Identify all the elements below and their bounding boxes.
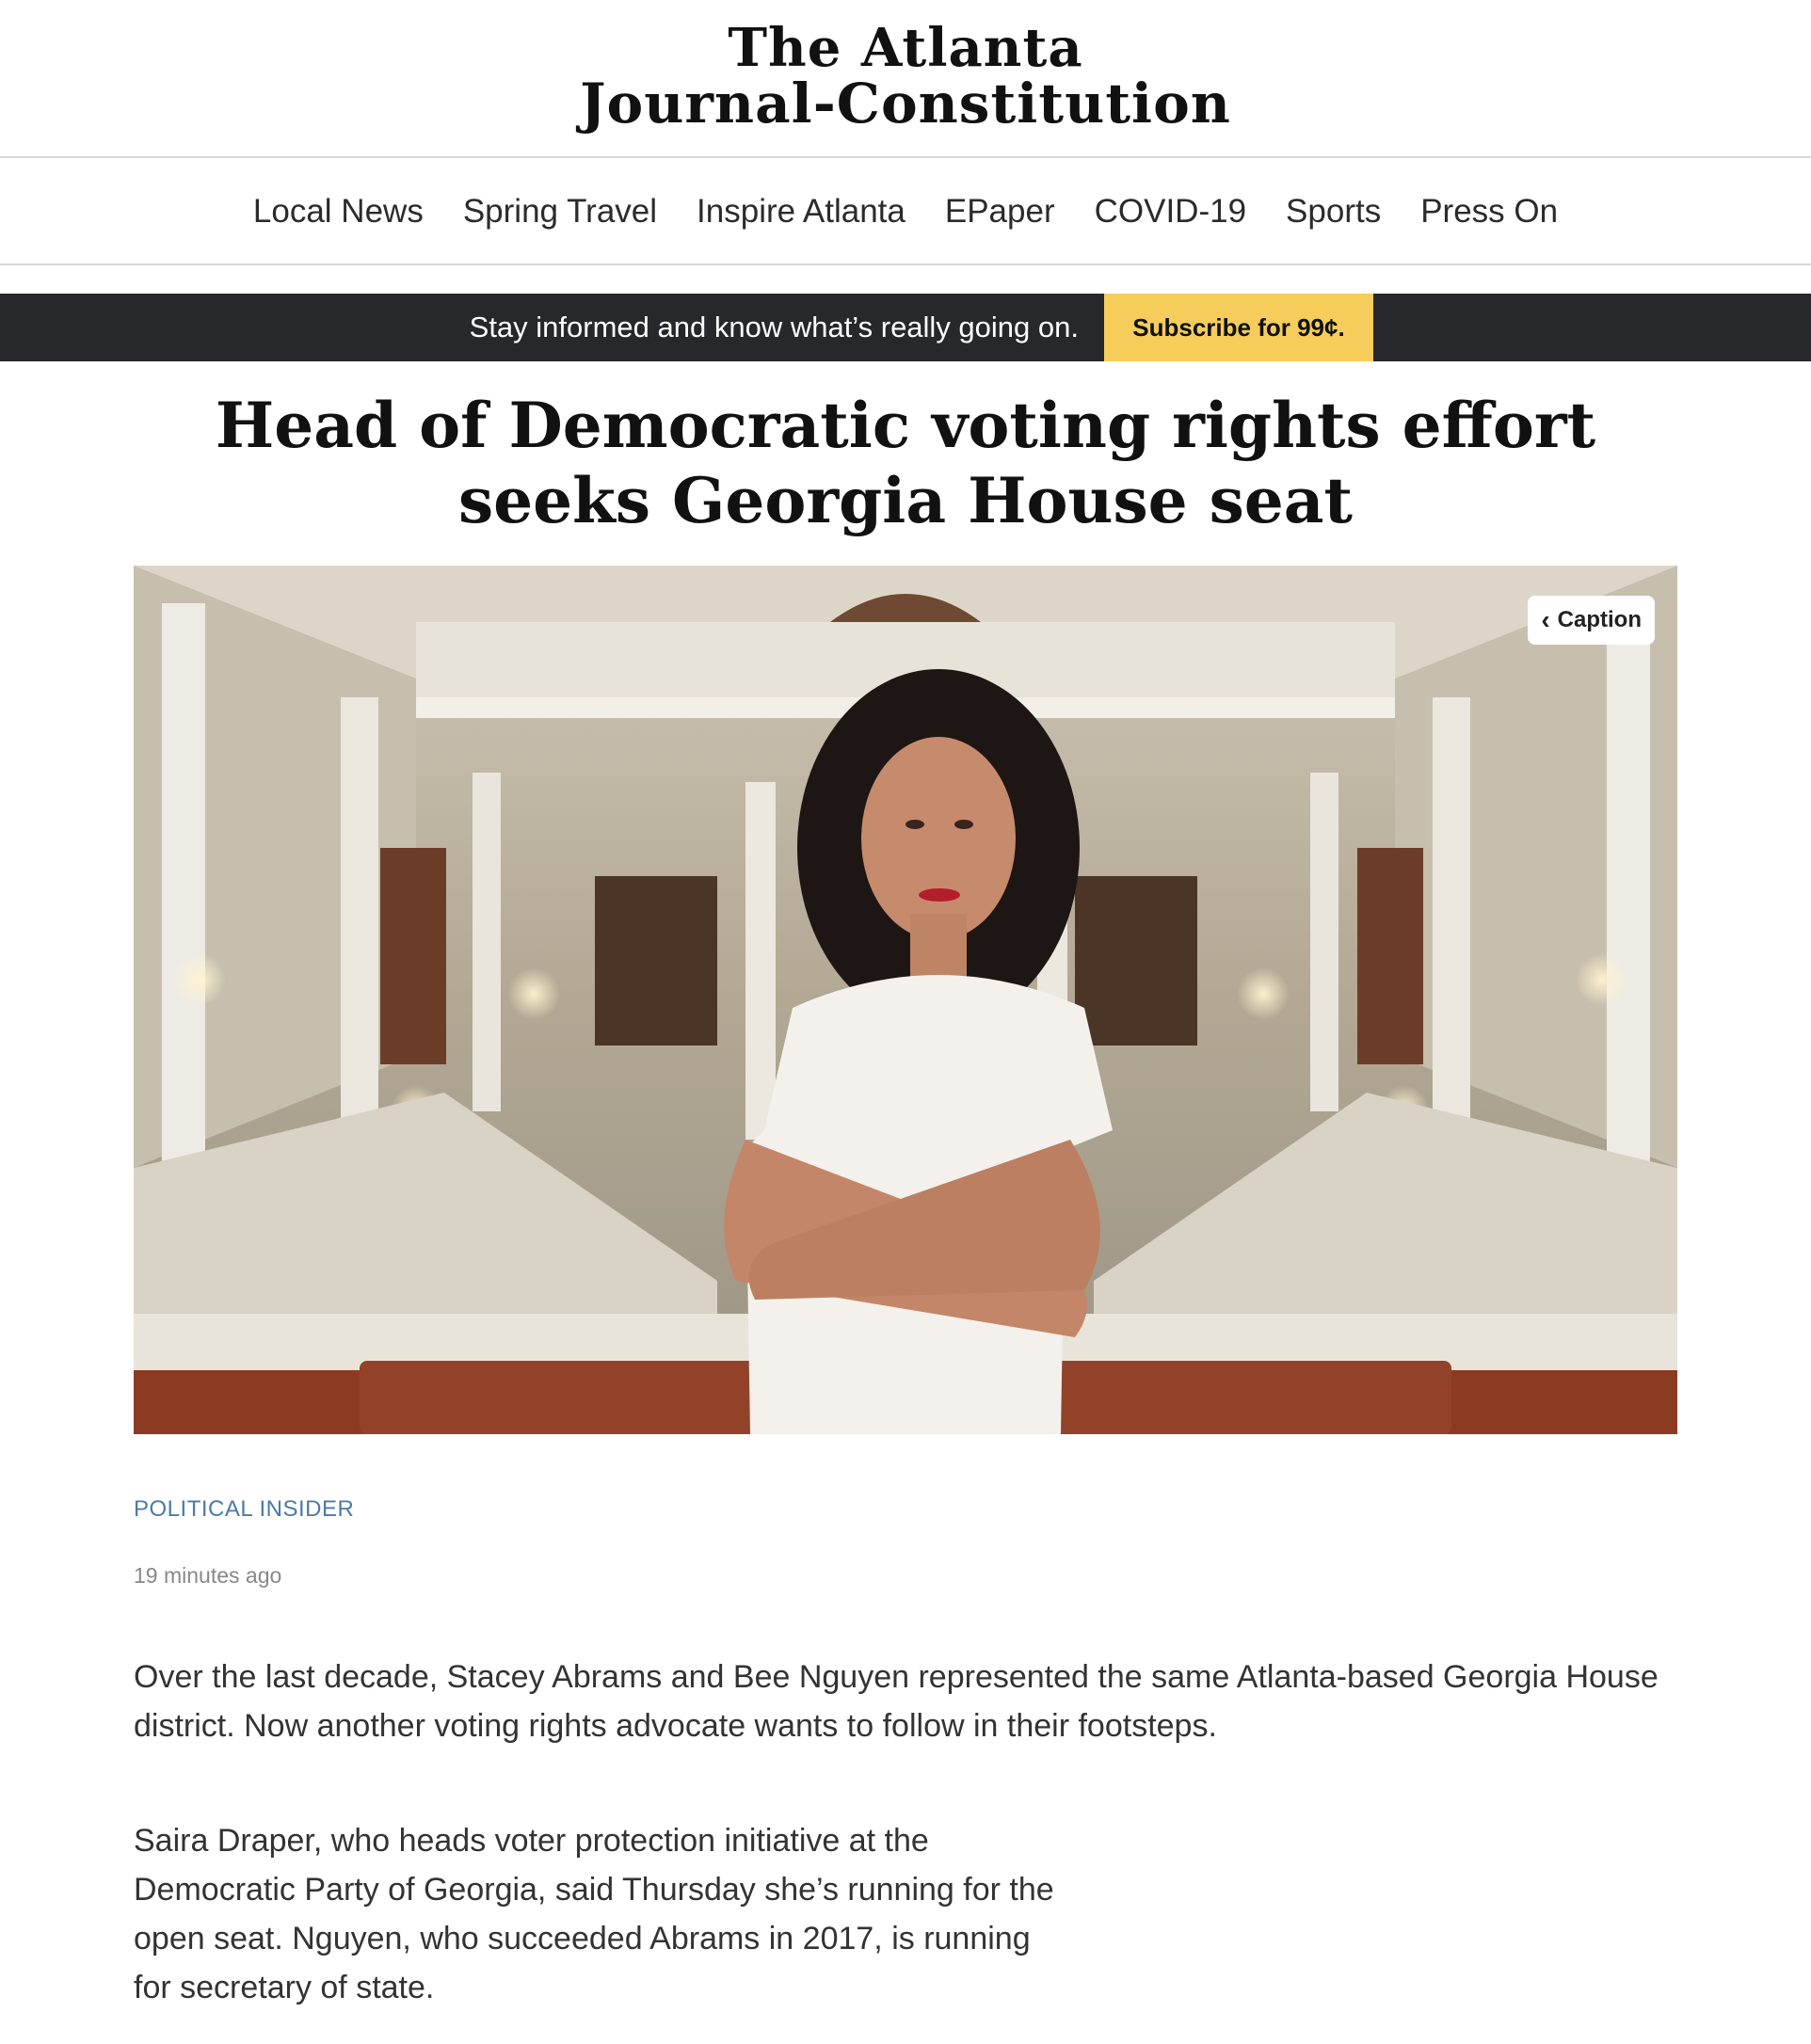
nav-item-press-on[interactable]: Press On (1420, 193, 1558, 231)
nav-item-local-news[interactable]: Local News (253, 193, 424, 231)
chevron-left-icon: ‹ (1541, 605, 1550, 634)
site-logo[interactable]: The Atlanta Journal-Constitution (0, 21, 1811, 132)
nav-item-sports[interactable]: Sports (1286, 193, 1381, 231)
nav-item-epaper[interactable]: EPaper (945, 193, 1055, 231)
nav-item-inspire-atlanta[interactable]: Inspire Atlanta (697, 193, 906, 231)
article-timestamp: 19 minutes ago (134, 1563, 282, 1588)
subscribe-banner-text: Stay informed and know what’s really goi… (469, 311, 1079, 343)
main-nav: Local News Spring Travel Inspire Atlanta… (0, 160, 1811, 265)
article-section-link[interactable]: POLITICAL INSIDER (134, 1496, 354, 1523)
hero-image: ‹ Caption (134, 566, 1677, 1434)
subscribe-banner: Stay informed and know what’s really goi… (0, 294, 1811, 361)
nav-item-spring-travel[interactable]: Spring Travel (463, 193, 657, 231)
logo-line-2: Journal-Constitution (580, 72, 1231, 136)
logo-line-1: The Atlanta (728, 17, 1083, 79)
nav-item-covid-19[interactable]: COVID-19 (1095, 193, 1246, 231)
masthead: The Atlanta Journal-Constitution (0, 0, 1811, 158)
hero-photo (134, 566, 1677, 1434)
caption-button-label: Caption (1557, 607, 1642, 632)
subscribe-button[interactable]: Subscribe for 99¢. (1104, 294, 1373, 361)
article-headline: Head of Democratic voting rights effort … (215, 389, 1596, 537)
article-paragraph-1: Over the last decade, Stacey Abrams and … (134, 1659, 1659, 1744)
article-paragraph-2: Saira Draper, who heads voter protection… (134, 1823, 1054, 2005)
caption-button[interactable]: ‹ Caption (1528, 596, 1655, 645)
